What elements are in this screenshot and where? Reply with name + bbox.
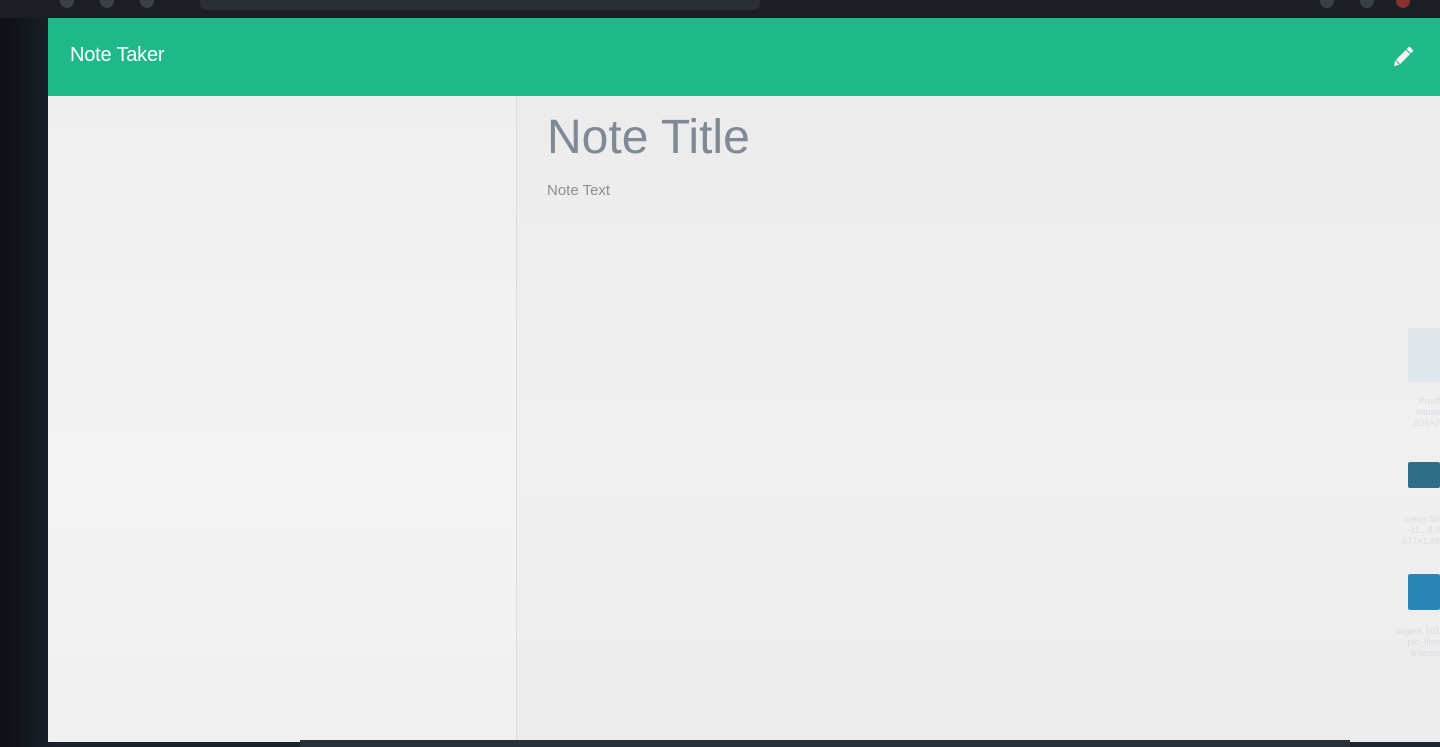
note-text-textarea[interactable] xyxy=(547,182,1387,702)
desktop-file-label: Proof minati ,536×2 xyxy=(1412,396,1440,428)
desktop-file-label: creen Sh -11...8.3 677×1,48 xyxy=(1402,514,1440,546)
brand-link[interactable]: Note Taker xyxy=(70,44,165,67)
desktop-folder-label: ilagers 101 pic_files 9 items xyxy=(1395,626,1440,658)
desktop-icons: Proof minati ,536×2 creen Sh -11...8.3 6… xyxy=(1378,240,1440,680)
main-content xyxy=(48,96,1440,742)
extension-icon[interactable] xyxy=(1360,0,1374,8)
back-icon[interactable] xyxy=(60,0,74,8)
forward-icon[interactable] xyxy=(100,0,114,8)
bookmark-star-icon[interactable] xyxy=(1320,0,1334,8)
note-list-sidebar xyxy=(48,96,517,742)
profile-avatar-icon[interactable] xyxy=(1396,0,1410,8)
app-window: Note Taker xyxy=(48,18,1440,742)
monitor-screen: Note Taker Proof mi xyxy=(0,0,1440,747)
dock[interactable] xyxy=(300,740,1350,747)
note-editor xyxy=(517,96,1440,742)
reload-icon[interactable] xyxy=(140,0,154,8)
navbar: Note Taker xyxy=(48,18,1440,96)
note-title-input[interactable] xyxy=(547,110,1387,165)
address-bar[interactable] xyxy=(200,0,760,10)
browser-chrome xyxy=(0,0,1440,18)
pencil-icon[interactable] xyxy=(1388,42,1418,72)
desktop-file-thumbnail[interactable] xyxy=(1408,462,1440,488)
desktop-file-thumbnail[interactable] xyxy=(1408,328,1440,382)
desktop-folder-icon[interactable] xyxy=(1408,574,1440,610)
